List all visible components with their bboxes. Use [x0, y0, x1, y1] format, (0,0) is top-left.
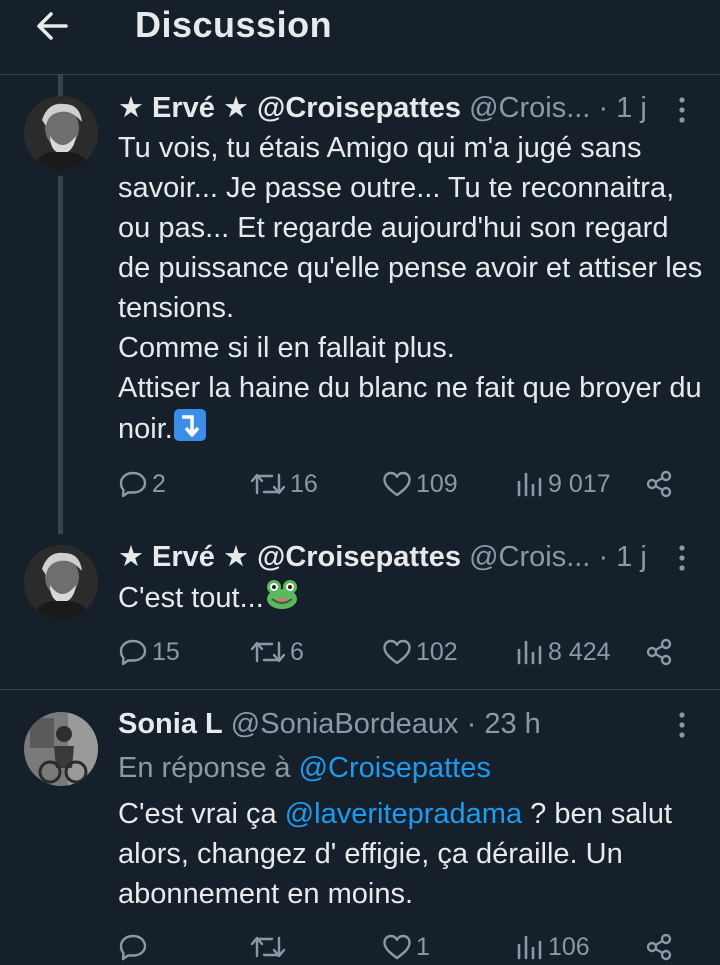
like-count: 102 [416, 637, 458, 666]
reply-to-link[interactable]: @Croisepattes [299, 752, 491, 784]
view-count: 106 [548, 932, 590, 961]
more-options-button[interactable] [672, 542, 692, 574]
mention-link[interactable]: @laveritepradama [285, 798, 522, 830]
avatar-photo [24, 712, 98, 786]
retweet-icon [250, 473, 286, 495]
tweet-divider [0, 689, 720, 690]
author-name[interactable]: ★ Ervé ★ @Croisepattes [118, 541, 461, 573]
tweet-header: ★ Ervé ★ @Croisepattes @Crois... · 1 j [118, 539, 647, 575]
top-bar: Discussion [0, 0, 720, 75]
reply-button[interactable]: 2 [118, 466, 166, 502]
author-handle[interactable]: @SoniaBordeaux [231, 708, 459, 740]
share-icon [646, 933, 672, 961]
views-chart-icon [517, 935, 542, 960]
reply-prefix: En réponse à [118, 752, 291, 784]
reply-icon [119, 934, 147, 961]
thread-line-top [58, 74, 63, 96]
views-chart-icon [517, 472, 542, 497]
tweet-text: C'est tout... [118, 577, 708, 618]
avatar[interactable] [24, 545, 98, 619]
retweet-icon [250, 936, 286, 958]
page-title: Discussion [135, 4, 333, 45]
arrow-down-right-emoji [173, 409, 206, 441]
more-vertical-icon [679, 712, 685, 738]
reply-count: 2 [152, 469, 166, 498]
retweet-button[interactable] [250, 929, 290, 965]
tweet-actions: 1 106 [118, 929, 698, 965]
author-name[interactable]: ★ Ervé ★ @Croisepattes [118, 92, 461, 124]
avatar-photo [24, 545, 98, 619]
reply-icon [119, 471, 147, 498]
heart-icon [383, 639, 411, 665]
timestamp[interactable]: 1 j [616, 92, 647, 124]
tweet-actions: 2 16 109 9 017 [118, 466, 698, 502]
share-button[interactable] [644, 634, 674, 670]
retweet-icon [250, 641, 286, 663]
author-handle[interactable]: @Crois... [469, 541, 590, 573]
tweet-body-start: C'est vrai ça [118, 798, 285, 830]
frog-emoji [266, 580, 297, 609]
view-count: 9 017 [548, 469, 611, 498]
more-vertical-icon [679, 545, 685, 571]
arrow-left-icon [37, 12, 68, 40]
retweet-button[interactable]: 16 [250, 466, 318, 502]
separator-dot: · [598, 541, 609, 573]
tweet-header: ★ Ervé ★ @Croisepattes @Crois... · 1 j [118, 90, 647, 126]
reply-count: 15 [152, 637, 180, 666]
more-options-button[interactable] [672, 94, 692, 126]
tweet-text: Tu vois, tu étais Amigo qui m'a jugé san… [118, 128, 708, 449]
timestamp[interactable]: 23 h [484, 708, 540, 740]
like-count: 109 [416, 469, 458, 498]
reply-button[interactable]: 15 [118, 634, 180, 670]
back-button[interactable] [34, 8, 74, 44]
views-chart-icon [517, 640, 542, 665]
retweet-count: 16 [290, 469, 318, 498]
tweet-body: Tu vois, tu étais Amigo qui m'a jugé san… [118, 132, 703, 445]
views-button[interactable]: 9 017 [514, 466, 611, 502]
separator-dot: · [598, 92, 609, 124]
avatar[interactable] [24, 96, 98, 170]
heart-icon [383, 471, 411, 497]
like-button[interactable]: 102 [382, 634, 458, 670]
tweet-body: C'est tout... [118, 582, 264, 614]
share-button[interactable] [644, 929, 674, 965]
views-button[interactable]: 8 424 [514, 634, 611, 670]
retweet-count: 6 [290, 637, 304, 666]
like-button[interactable]: 1 [382, 929, 430, 965]
views-button[interactable]: 106 [514, 929, 590, 965]
like-count: 1 [416, 932, 430, 961]
heart-icon [383, 934, 411, 960]
reply-context: En réponse à @Croisepattes [118, 750, 491, 786]
tweet-actions: 15 6 102 8 424 [118, 634, 698, 670]
timestamp[interactable]: 1 j [616, 541, 647, 573]
view-count: 8 424 [548, 637, 611, 666]
share-icon [646, 638, 672, 666]
author-handle[interactable]: @Crois... [469, 92, 590, 124]
more-vertical-icon [679, 97, 685, 123]
separator-dot: · [466, 708, 477, 740]
avatar-photo [24, 96, 98, 170]
author-name[interactable]: Sonia L [118, 708, 223, 740]
reply-icon [119, 639, 147, 666]
tweet-text: C'est vrai ça @laveritepradama ? ben sal… [118, 794, 708, 914]
avatar[interactable] [24, 712, 98, 786]
share-icon [646, 470, 672, 498]
share-button[interactable] [644, 466, 674, 502]
tweet-header: Sonia L @SoniaBordeaux · 23 h [118, 706, 541, 742]
like-button[interactable]: 109 [382, 466, 458, 502]
retweet-button[interactable]: 6 [250, 634, 304, 670]
thread-line [58, 176, 63, 534]
reply-button[interactable] [118, 929, 152, 965]
more-options-button[interactable] [672, 709, 692, 741]
